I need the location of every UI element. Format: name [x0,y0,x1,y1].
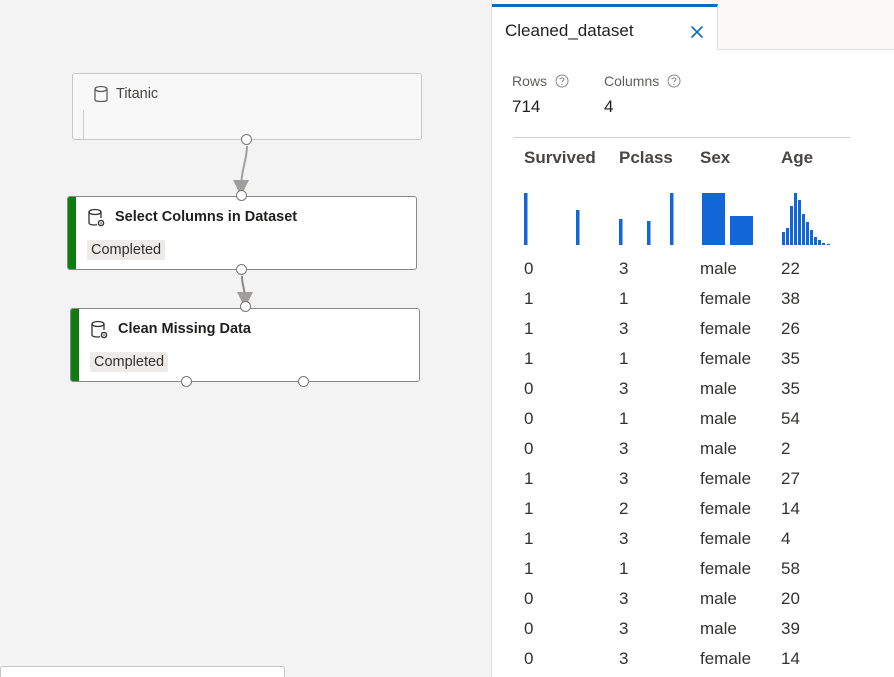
cell-survived: 0 [524,409,534,428]
cell-age: 39 [781,619,800,638]
cell-sex: male [700,379,737,398]
cell-pclass: 3 [619,529,629,548]
output-port[interactable] [181,376,192,387]
cell-sex: female [700,649,752,668]
cell-sex: female [700,529,752,548]
cell-survived: 0 [524,649,534,668]
cell-survived: 0 [524,379,534,398]
cell-survived: 0 [524,619,534,638]
cell-age: 58 [781,559,800,578]
edge-titanic-to-select [233,145,250,196]
status-bar [71,309,79,381]
cell-pclass: 3 [619,439,629,458]
cell-age: 35 [781,379,800,398]
cell-age: 26 [781,319,800,338]
histogram-age[interactable] [782,193,830,245]
node-title: Select Columns in Dataset [115,209,298,225]
cell-sex: male [700,439,737,458]
cell-survived: 0 [524,589,534,608]
database-gear-icon [88,208,105,227]
cell-sex: female [700,289,752,308]
node-divider [83,110,84,139]
cell-survived: 1 [524,469,534,488]
cell-pclass: 3 [619,469,629,488]
cell-survived: 1 [524,499,534,518]
cell-age: 4 [781,529,791,548]
cell-pclass: 3 [619,379,629,398]
database-gear-icon [91,320,108,339]
input-port[interactable] [236,190,247,201]
cell-pclass: 1 [619,409,629,428]
cell-pclass: 3 [619,619,629,638]
node-title: Titanic [116,86,159,102]
status-badge: Completed [87,240,166,260]
database-icon [94,85,108,103]
histogram-pclass[interactable] [619,193,674,245]
node-title: Clean Missing Data [118,321,251,337]
status-bar [68,197,76,269]
output-port[interactable] [298,376,309,387]
cell-pclass: 2 [619,499,629,518]
column-histograms [524,193,830,245]
cell-survived: 1 [524,529,534,548]
cell-age: 54 [781,409,800,428]
cell-age: 22 [781,259,800,278]
cell-age: 14 [781,499,800,518]
output-port[interactable] [241,134,252,145]
cell-pclass: 3 [619,319,629,338]
dataset-preview-panel: Cleaned_dataset Rows 714 Columns 4 Survi… [491,0,894,677]
status-badge: Completed [90,352,169,372]
cell-sex: male [700,589,737,608]
cell-sex: male [700,409,737,428]
cell-pclass: 3 [619,649,629,668]
cell-survived: 0 [524,439,534,458]
cell-age: 14 [781,649,800,668]
node-clean-missing-data[interactable]: Clean Missing Data Completed [70,308,420,382]
cell-survived: 0 [524,259,534,278]
cell-survived: 1 [524,349,534,368]
edge-select-to-clean [236,275,253,308]
node-titanic[interactable]: Titanic [72,73,422,140]
output-port[interactable] [236,264,247,275]
cell-sex: female [700,499,752,518]
cell-sex: female [700,559,752,578]
cell-sex: female [700,469,752,488]
cell-age: 2 [781,439,791,458]
cell-pclass: 1 [619,289,629,308]
cell-survived: 1 [524,289,534,308]
cell-pclass: 1 [619,349,629,368]
canvas-bottom-card[interactable] [0,666,285,677]
cell-pclass: 1 [619,559,629,578]
cell-sex: female [700,349,752,368]
node-select-columns[interactable]: Select Columns in Dataset Completed [67,196,417,270]
input-port[interactable] [240,301,251,312]
cell-age: 27 [781,469,800,488]
cell-age: 20 [781,589,800,608]
histogram-survived[interactable] [524,193,580,245]
cell-pclass: 3 [619,589,629,608]
app-root: Titanic Select Columns in Dataset Comple… [0,0,894,677]
cell-survived: 1 [524,559,534,578]
cell-sex: male [700,619,737,638]
pipeline-canvas[interactable]: Titanic Select Columns in Dataset Comple… [0,0,491,677]
histogram-sex[interactable] [702,193,753,245]
cell-age: 38 [781,289,800,308]
cell-pclass: 3 [619,259,629,278]
cell-sex: female [700,319,752,338]
cell-age: 35 [781,349,800,368]
cell-survived: 1 [524,319,534,338]
cell-sex: male [700,259,737,278]
